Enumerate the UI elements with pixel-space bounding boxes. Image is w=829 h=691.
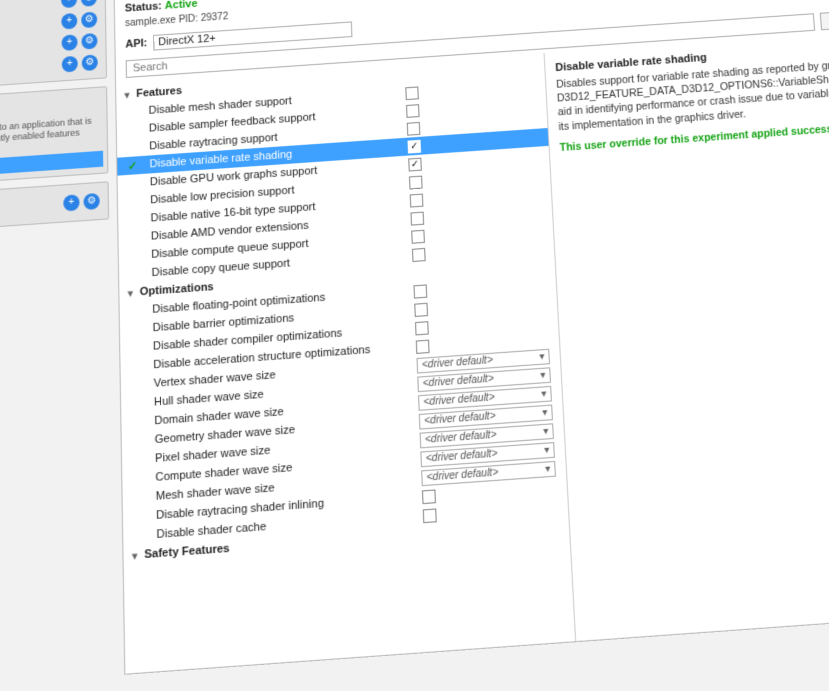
gear-icon[interactable]: ⚙ [81,12,97,29]
module-item[interactable]: …locks+⚙ [0,52,98,85]
status-value: Active [165,0,198,12]
tree-group-label: Safety Features [144,542,229,561]
experiment-checkbox[interactable] [407,139,421,153]
experiment-checkbox[interactable] [407,121,421,135]
chevron-down-icon: ▾ [543,425,549,437]
chevron-down-icon[interactable]: ▾ [124,88,136,102]
chevron-down-icon: ▾ [544,444,550,456]
experiment-checkbox[interactable] [411,229,425,243]
experiment-checkbox[interactable] [408,157,422,171]
add-icon[interactable]: + [61,0,77,8]
chevron-down-icon: ▾ [542,406,548,418]
applied-check-icon [125,129,139,130]
status-label: Status: [125,0,162,14]
chevron-down-icon: ▾ [540,369,546,381]
applications-panel: …ications Automatically connect to an ap… [0,86,108,188]
experiment-checkbox[interactable] [406,104,420,118]
applied-check-icon [128,347,142,348]
api-label: API: [125,37,147,50]
experiment-checkbox[interactable] [412,247,426,261]
modules-panel: …ling+⚙…ory Trace+⚙…cing+⚙…nalysis+⚙…loc… [0,0,107,92]
applied-check-icon [127,237,141,238]
applied-check-icon [129,403,143,404]
add-icon[interactable]: + [63,195,79,212]
experiment-checkbox[interactable] [423,508,437,523]
gear-icon[interactable]: ⚙ [82,54,98,71]
applied-check-icon [126,183,140,184]
applied-check-icon [131,516,146,517]
chevron-down-icon[interactable]: ▾ [132,548,145,563]
experiment-checkbox[interactable] [405,86,419,100]
chevron-down-icon: ▾ [541,388,547,400]
applied-check-icon [126,219,140,220]
application-selected[interactable] [0,151,103,181]
add-icon[interactable]: + [61,13,77,30]
applied-check-icon [125,112,139,113]
experiments-tree: ▾FeaturesDisable mesh shader supportDisa… [116,57,569,566]
chevron-down-icon: ▾ [539,351,545,363]
experiment-checkbox[interactable] [410,211,424,225]
applied-check-icon [126,201,140,202]
applied-check-icon [125,147,139,148]
applied-check-icon [127,256,141,257]
add-icon[interactable]: + [62,34,78,51]
experiment-detail: Import Disable variable rate shading Dis… [545,22,829,641]
experiment-checkbox[interactable] [410,193,424,207]
applied-check-icon [131,497,145,498]
gear-icon[interactable]: ⚙ [81,0,97,7]
applied-check-icon [131,478,145,479]
driver-experiments-panel: Driver Experiments Changes have been mad… [113,0,829,675]
applied-check-icon [130,460,144,461]
tree-group-label: Features [136,85,182,100]
applied-check-icon [129,366,143,367]
tree-group-label: Optimizations [140,281,214,298]
applied-check-icon [128,310,142,311]
experiment-checkbox[interactable] [414,302,428,316]
gear-icon[interactable]: ⚙ [81,33,97,50]
chevron-down-icon: ▾ [545,463,551,475]
gear-icon[interactable]: ⚙ [83,193,99,210]
applied-check-icon [130,441,144,442]
windows-panel: (Windows) + ⚙ [0,182,109,235]
chevron-down-icon[interactable]: ▾ [127,286,139,300]
applied-check-icon [130,422,144,423]
applied-check-icon [132,536,147,537]
applied-check-icon [129,385,143,386]
applied-check-icon [127,274,141,275]
experiment-checkbox[interactable] [409,175,423,189]
experiment-checkbox[interactable] [422,489,436,504]
experiment-checkbox[interactable] [415,321,429,335]
applied-check-icon: ✓ [125,159,139,173]
experiment-checkbox[interactable] [416,339,430,353]
experiment-checkbox[interactable] [413,284,427,298]
applied-check-icon [128,329,142,330]
add-icon[interactable]: + [62,56,78,73]
